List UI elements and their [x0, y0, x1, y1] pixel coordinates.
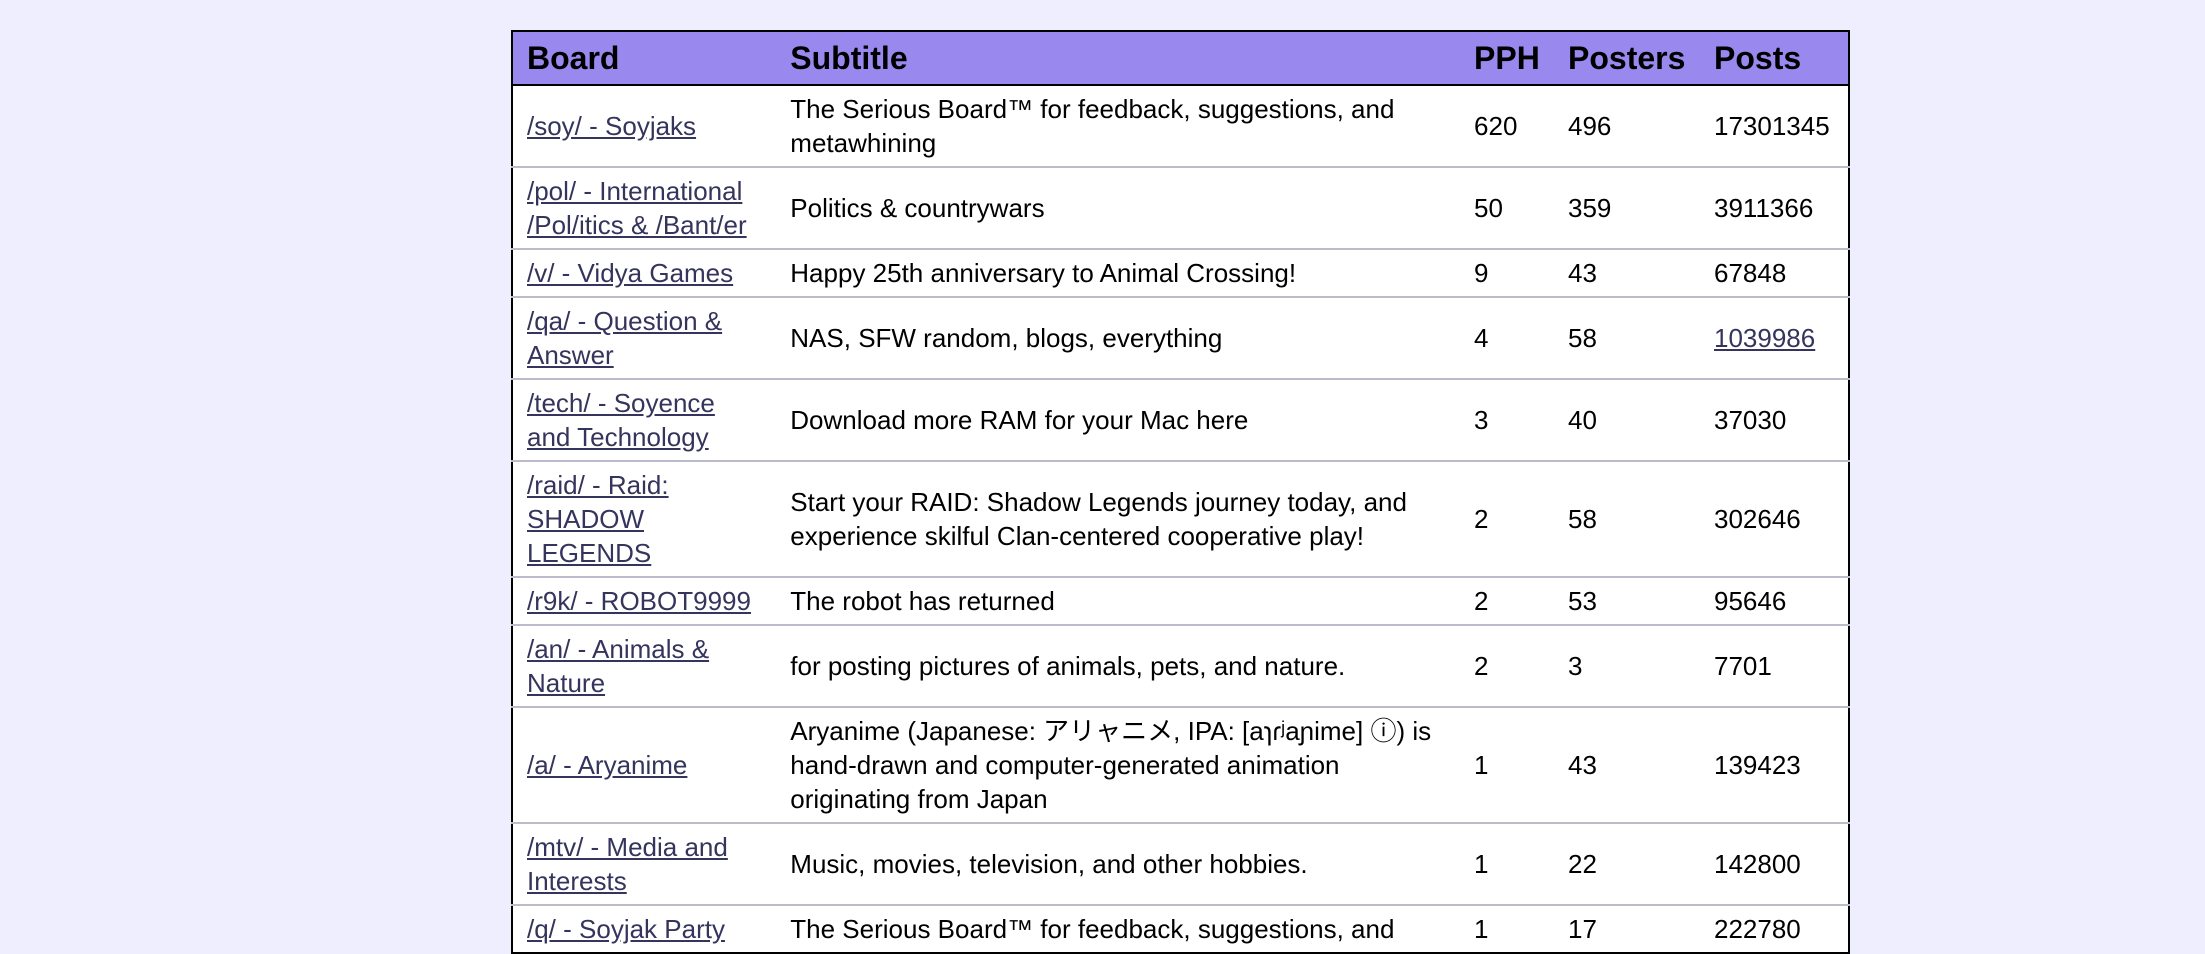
board-cell: /q/ - Soyjak Party: [512, 904, 777, 953]
table-row: /soy/ - Soyjaks The Serious Board™ for f…: [512, 85, 1849, 167]
board-cell: /r9k/ - ROBOT9999: [512, 576, 777, 625]
table-row: /a/ - Aryanime Aryanime (Japanese: アリャニメ…: [512, 706, 1849, 823]
board-link-v[interactable]: /v/ - Vidya Games: [527, 258, 733, 288]
table-row: /r9k/ - ROBOT9999 The robot has returned…: [512, 576, 1849, 625]
pph-cell: 2: [1460, 624, 1555, 707]
posts-cell: 139423: [1700, 706, 1849, 823]
board-cell: /v/ - Vidya Games: [512, 248, 777, 297]
subtitle-cell: Download more RAM for your Mac here: [776, 378, 1461, 461]
board-link-raid[interactable]: /raid/ - Raid: SHADOW LEGENDS: [527, 470, 669, 568]
pph-cell: 1: [1460, 706, 1555, 823]
posts-cell: 37030: [1700, 378, 1849, 461]
table-row: /qa/ - Question & Answer NAS, SFW random…: [512, 296, 1849, 379]
posters-cell: 17: [1554, 904, 1700, 953]
table-row: /pol/ - International /Pol/itics & /Bant…: [512, 166, 1849, 249]
posts-cell: 302646: [1700, 460, 1849, 577]
board-list-table: Board Subtitle PPH Posters Posts /soy/ -…: [511, 30, 1850, 954]
table-row: /an/ - Animals & Nature for posting pict…: [512, 624, 1849, 707]
board-cell: /an/ - Animals & Nature: [512, 624, 777, 707]
header-posts: Posts: [1700, 31, 1849, 86]
pph-cell: 9: [1460, 248, 1555, 297]
pph-cell: 50: [1460, 166, 1555, 249]
subtitle-cell: Aryanime (Japanese: アリャニメ, IPA: [aɿɾʲaɲi…: [776, 706, 1461, 823]
board-link-mtv[interactable]: /mtv/ - Media and Interests: [527, 832, 728, 896]
subtitle-cell: The Serious Board™ for feedback, suggest…: [776, 904, 1461, 953]
board-cell: /mtv/ - Media and Interests: [512, 822, 777, 905]
table-row: /q/ - Soyjak Party The Serious Board™ fo…: [512, 904, 1849, 953]
pph-cell: 1: [1460, 904, 1555, 953]
pph-cell: 4: [1460, 296, 1555, 379]
pph-cell: 3: [1460, 378, 1555, 461]
posts-cell: 7701: [1700, 624, 1849, 707]
header-pph: PPH: [1460, 31, 1555, 86]
posts-cell: 95646: [1700, 576, 1849, 625]
board-cell: /soy/ - Soyjaks: [512, 85, 776, 167]
board-cell: /raid/ - Raid: SHADOW LEGENDS: [512, 460, 777, 577]
board-link-a[interactable]: /a/ - Aryanime: [527, 750, 687, 780]
pph-cell: 2: [1460, 576, 1555, 625]
board-cell: /tech/ - Soyence and Technology: [512, 378, 777, 461]
posts-cell: 222780: [1700, 904, 1849, 953]
board-link-an[interactable]: /an/ - Animals & Nature: [527, 634, 709, 698]
posters-cell: 43: [1554, 706, 1700, 823]
posters-cell: 58: [1554, 296, 1700, 379]
posters-cell: 3: [1554, 624, 1700, 707]
posts-cell: 142800: [1700, 822, 1849, 905]
subtitle-cell: The Serious Board™ for feedback, suggest…: [790, 94, 1395, 158]
posts-cell: 67848: [1700, 248, 1849, 297]
table-row: /tech/ - Soyence and Technology Download…: [512, 378, 1849, 461]
table-row: /raid/ - Raid: SHADOW LEGENDS Start your…: [512, 460, 1849, 577]
subtitle-cell: Politics & countrywars: [776, 166, 1461, 249]
posters-cell: 53: [1554, 576, 1700, 625]
posters-cell: 22: [1554, 822, 1700, 905]
table-row: /v/ - Vidya Games Happy 25th anniversary…: [512, 248, 1849, 297]
header-board: Board: [512, 31, 777, 86]
subtitle-cell: Happy 25th anniversary to Animal Crossin…: [776, 248, 1461, 297]
subtitle-cell: Music, movies, television, and other hob…: [776, 822, 1461, 905]
board-link-soy[interactable]: /soy/ - Soyjaks: [527, 111, 696, 141]
posts-link-qa[interactable]: 1039986: [1714, 323, 1815, 353]
board-cell: /pol/ - International /Pol/itics & /Bant…: [512, 166, 777, 249]
board-link-qa[interactable]: /qa/ - Question & Answer: [527, 306, 722, 370]
posters-cell: 359: [1554, 166, 1700, 249]
posts-cell: 17301345: [1714, 111, 1830, 141]
board-cell: /a/ - Aryanime: [512, 706, 777, 823]
pph-cell: 1: [1460, 822, 1555, 905]
pph-cell: 2: [1460, 460, 1555, 577]
posters-cell: 40: [1554, 378, 1700, 461]
board-cell: /qa/ - Question & Answer: [512, 296, 777, 379]
posters-cell: 58: [1554, 460, 1700, 577]
posters-cell: 43: [1554, 248, 1700, 297]
board-link-pol[interactable]: /pol/ - International /Pol/itics & /Bant…: [527, 176, 747, 240]
subtitle-cell: The robot has returned: [776, 576, 1461, 625]
header-posters: Posters: [1554, 31, 1700, 86]
subtitle-cell: for posting pictures of animals, pets, a…: [776, 624, 1461, 707]
board-link-tech[interactable]: /tech/ - Soyence and Technology: [527, 388, 715, 452]
board-link-q[interactable]: /q/ - Soyjak Party: [527, 914, 725, 944]
posters-cell: 496: [1568, 111, 1612, 141]
board-link-r9k[interactable]: /r9k/ - ROBOT9999: [527, 586, 751, 616]
pph-cell: 620: [1474, 111, 1518, 141]
table-header-row: Board Subtitle PPH Posters Posts: [512, 31, 1849, 86]
table-row: /mtv/ - Media and Interests Music, movie…: [512, 822, 1849, 905]
subtitle-cell: Start your RAID: Shadow Legends journey …: [776, 460, 1461, 577]
subtitle-cell: NAS, SFW random, blogs, everything: [776, 296, 1461, 379]
posts-cell: 1039986: [1700, 296, 1849, 379]
header-subtitle: Subtitle: [776, 31, 1461, 86]
posts-cell: 3911366: [1700, 166, 1849, 249]
